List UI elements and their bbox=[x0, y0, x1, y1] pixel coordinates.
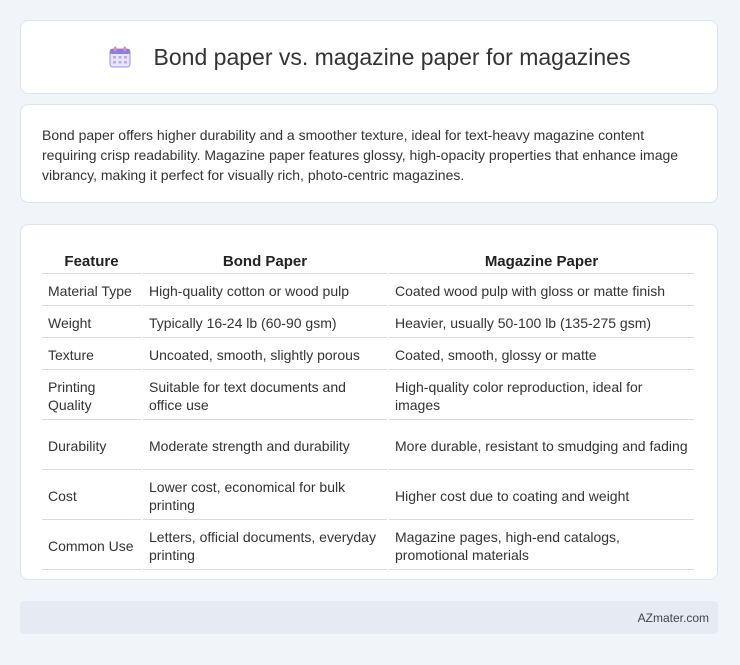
row-bond-value: High-quality cotton or wood pulp bbox=[143, 276, 387, 306]
row-magazine-value: High-quality color reproduction, ideal f… bbox=[389, 372, 694, 420]
comparison-table: Feature Bond Paper Magazine Paper Materi… bbox=[40, 245, 696, 572]
title-card: Bond paper vs. magazine paper for magazi… bbox=[20, 20, 718, 94]
row-feature: Cost bbox=[42, 472, 141, 520]
table-row: Cost Lower cost, economical for bulk pri… bbox=[42, 472, 694, 520]
row-bond-value: Uncoated, smooth, slightly porous bbox=[143, 340, 387, 370]
row-feature: Weight bbox=[42, 308, 141, 338]
row-bond-value: Lower cost, economical for bulk printing bbox=[143, 472, 387, 520]
row-feature: Common Use bbox=[42, 522, 141, 570]
table-row: Texture Uncoated, smooth, slightly porou… bbox=[42, 340, 694, 370]
header-bond-paper: Bond Paper bbox=[143, 247, 387, 274]
row-magazine-value: Heavier, usually 50-100 lb (135-275 gsm) bbox=[389, 308, 694, 338]
header-feature: Feature bbox=[42, 247, 141, 274]
row-bond-value: Moderate strength and durability bbox=[143, 422, 387, 470]
row-magazine-value: Magazine pages, high-end catalogs, promo… bbox=[389, 522, 694, 570]
row-feature: Texture bbox=[42, 340, 141, 370]
row-magazine-value: Coated wood pulp with gloss or matte fin… bbox=[389, 276, 694, 306]
table-row: Material Type High-quality cotton or woo… bbox=[42, 276, 694, 306]
row-bond-value: Typically 16-24 lb (60-90 gsm) bbox=[143, 308, 387, 338]
row-bond-value: Letters, official documents, everyday pr… bbox=[143, 522, 387, 570]
table-row: Common Use Letters, official documents, … bbox=[42, 522, 694, 570]
description-card: Bond paper offers higher durability and … bbox=[20, 104, 718, 203]
table-header-row: Feature Bond Paper Magazine Paper bbox=[42, 247, 694, 274]
footer-brand: AZmater.com bbox=[637, 610, 709, 625]
table-row: Weight Typically 16-24 lb (60-90 gsm) He… bbox=[42, 308, 694, 338]
footer-bar: AZmater.com bbox=[20, 601, 718, 634]
page-title: Bond paper vs. magazine paper for magazi… bbox=[153, 43, 631, 70]
row-bond-value: Suitable for text documents and office u… bbox=[143, 372, 387, 420]
description-text: Bond paper offers higher durability and … bbox=[42, 127, 679, 183]
calendar-icon bbox=[108, 45, 132, 69]
table-row: Printing Quality Suitable for text docum… bbox=[42, 372, 694, 420]
header-magazine-paper: Magazine Paper bbox=[389, 247, 694, 274]
row-magazine-value: Coated, smooth, glossy or matte bbox=[389, 340, 694, 370]
table-row: Durability Moderate strength and durabil… bbox=[42, 422, 694, 470]
row-feature: Printing Quality bbox=[42, 372, 141, 420]
row-feature: Durability bbox=[42, 422, 141, 470]
comparison-table-card: Feature Bond Paper Magazine Paper Materi… bbox=[20, 224, 718, 580]
row-magazine-value: Higher cost due to coating and weight bbox=[389, 472, 694, 520]
row-magazine-value: More durable, resistant to smudging and … bbox=[389, 422, 694, 470]
row-feature: Material Type bbox=[42, 276, 141, 306]
